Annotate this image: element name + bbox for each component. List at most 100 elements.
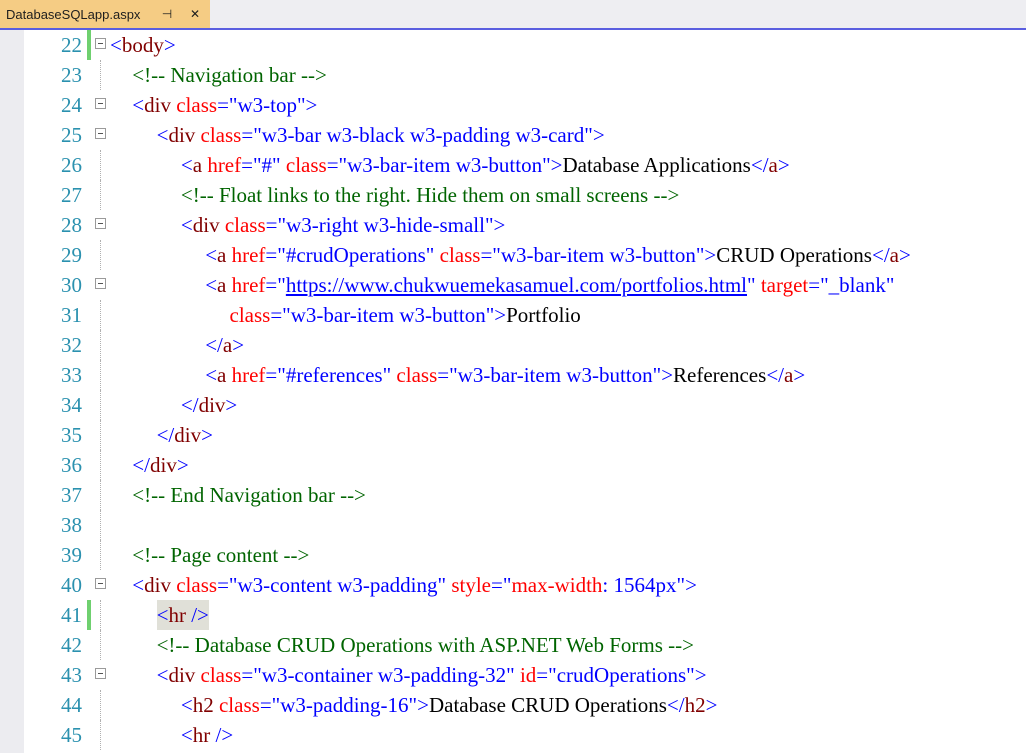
- code-token: >: [417, 693, 429, 717]
- collapse-icon[interactable]: [95, 38, 106, 49]
- code-token: hr: [192, 723, 211, 747]
- code-line[interactable]: 40 <div class="w3-content w3-padding" sty…: [0, 570, 1026, 600]
- code-token[interactable]: https://www.chukwuemekasamuel.com/portfo…: [286, 273, 747, 297]
- outline-guide: [100, 300, 102, 330]
- code-token: =: [241, 663, 254, 687]
- code-line[interactable]: 33 <a href="#references" class="w3-bar-it…: [0, 360, 1026, 390]
- outline-guide: [100, 420, 102, 450]
- code-token: href: [207, 153, 242, 177]
- line-number: 35: [61, 423, 82, 447]
- collapse-icon[interactable]: [95, 668, 106, 679]
- code-token: <!-- Float links to the right. Hide them…: [180, 183, 680, 207]
- code-token: "w3-bar-item w3-button": [338, 153, 551, 177]
- code-token: href: [231, 273, 266, 297]
- code-token: =: [241, 123, 254, 147]
- code-token: "_blank": [820, 273, 895, 297]
- code-line[interactable]: 43 <div class="w3-container w3-padding-32…: [0, 660, 1026, 690]
- code-text: <div class="w3-container w3-padding-32" …: [157, 660, 707, 690]
- code-token: a: [889, 243, 899, 267]
- code-line[interactable]: 23 <!-- Navigation bar -->: [0, 60, 1026, 90]
- line-number: 33: [61, 363, 82, 387]
- code-line[interactable]: 29 <a href="#crudOperations" class="w3-ba…: [0, 240, 1026, 270]
- code-token: class: [200, 123, 242, 147]
- line-number: 23: [61, 63, 82, 87]
- code-token: a: [217, 273, 227, 297]
- code-line[interactable]: 22 <body>: [0, 30, 1026, 60]
- code-token: <: [132, 93, 145, 117]
- code-token: <: [180, 693, 193, 717]
- code-line[interactable]: 31 class="w3-bar-item w3-button">Portfoli…: [0, 300, 1026, 330]
- code-text: <div class="w3-content w3-padding" style…: [132, 570, 697, 600]
- code-line[interactable]: 28 <div class="w3-right w3-hide-small">: [0, 210, 1026, 240]
- code-text: <hr />: [181, 720, 233, 750]
- tab-databasesqlapp[interactable]: DatabaseSQLapp.aspx ⊣ ✕: [0, 0, 210, 28]
- code-line[interactable]: 37 <!-- End Navigation bar -->: [0, 480, 1026, 510]
- code-text: <!-- End Navigation bar -->: [132, 480, 366, 510]
- code-line[interactable]: 35 </div>: [0, 420, 1026, 450]
- code-text: <!-- Navigation bar -->: [132, 60, 327, 90]
- collapse-icon[interactable]: [95, 278, 106, 289]
- code-token: >: [793, 363, 806, 387]
- code-line[interactable]: 36 </div>: [0, 450, 1026, 480]
- code-token: Database CRUD Operations: [428, 693, 667, 717]
- code-token: <!-- End Navigation bar -->: [132, 483, 366, 507]
- line-number: 36: [61, 453, 82, 477]
- code-token: "w3-bar-item w3-button": [449, 363, 662, 387]
- code-token: <: [180, 213, 193, 237]
- code-text: <hr />: [156, 600, 209, 630]
- code-token: <: [156, 663, 169, 687]
- pin-icon[interactable]: ⊣: [158, 5, 176, 23]
- code-token: class: [224, 213, 266, 237]
- line-number: 26: [61, 153, 82, 177]
- code-token: >: [694, 663, 707, 687]
- tab-title: DatabaseSQLapp.aspx: [6, 6, 141, 22]
- code-token: : 1564px": [602, 573, 686, 597]
- code-token: "#crudOperations": [277, 243, 435, 267]
- line-number: 30: [61, 273, 82, 297]
- code-token: >: [592, 123, 605, 147]
- code-line[interactable]: 38: [0, 510, 1026, 540]
- code-editor[interactable]: 22 <body> 23 <!-- Navigation bar --> 24 <div …: [0, 30, 1026, 753]
- code-line[interactable]: 41 <hr />: [0, 600, 1026, 630]
- code-line[interactable]: 42 <!-- Database CRUD Operations with ASP…: [0, 630, 1026, 660]
- code-token: max-width: [511, 573, 603, 597]
- code-token: class: [176, 93, 218, 117]
- code-line[interactable]: 26 <a href="#" class="w3-bar-item w3-butt…: [0, 150, 1026, 180]
- outline-guide: [100, 690, 102, 720]
- code-text: <!-- Page content -->: [132, 540, 309, 570]
- code-token: class: [229, 303, 271, 327]
- line-number: 45: [61, 723, 82, 747]
- code-token: </: [205, 333, 223, 357]
- code-text: </div>: [132, 450, 188, 480]
- close-icon[interactable]: ✕: [186, 5, 204, 23]
- collapse-icon[interactable]: [95, 218, 106, 229]
- collapse-icon[interactable]: [95, 98, 106, 109]
- code-line[interactable]: 34 </div>: [0, 390, 1026, 420]
- code-text: <a href="#" class="w3-bar-item w3-button…: [181, 150, 790, 180]
- code-token: =: [437, 363, 450, 387]
- code-token: =: [326, 153, 339, 177]
- code-token: a: [784, 363, 794, 387]
- code-token: </: [180, 393, 199, 417]
- code-token: href: [231, 243, 266, 267]
- code-line[interactable]: 45 <hr />: [0, 720, 1026, 750]
- code-token: Database Applications: [562, 153, 751, 177]
- code-line[interactable]: 30 <a href="https://www.chukwuemekasamuel…: [0, 270, 1026, 300]
- code-line[interactable]: 39 <!-- Page content -->: [0, 540, 1026, 570]
- code-token: div: [168, 123, 196, 147]
- code-token: </: [156, 423, 175, 447]
- code-text: <h2 class="w3-padding-16">Database CRUD …: [181, 690, 718, 720]
- code-line[interactable]: 27 <!-- Float links to the right. Hide th…: [0, 180, 1026, 210]
- code-line[interactable]: 44 <h2 class="w3-padding-16">Database CRU…: [0, 690, 1026, 720]
- code-token: >: [163, 33, 176, 57]
- code-token: div: [144, 93, 171, 117]
- code-line[interactable]: 24 <div class="w3-top">: [0, 90, 1026, 120]
- collapse-icon[interactable]: [95, 128, 106, 139]
- collapse-icon[interactable]: [95, 578, 106, 589]
- code-line[interactable]: 32 </a>: [0, 330, 1026, 360]
- code-line[interactable]: 25 <div class="w3-bar w3-black w3-padding…: [0, 120, 1026, 150]
- code-token: </: [766, 363, 784, 387]
- document-tab-bar: DatabaseSQLapp.aspx ⊣ ✕: [0, 0, 1026, 30]
- code-token: >: [899, 243, 911, 267]
- code-token: div: [198, 393, 226, 417]
